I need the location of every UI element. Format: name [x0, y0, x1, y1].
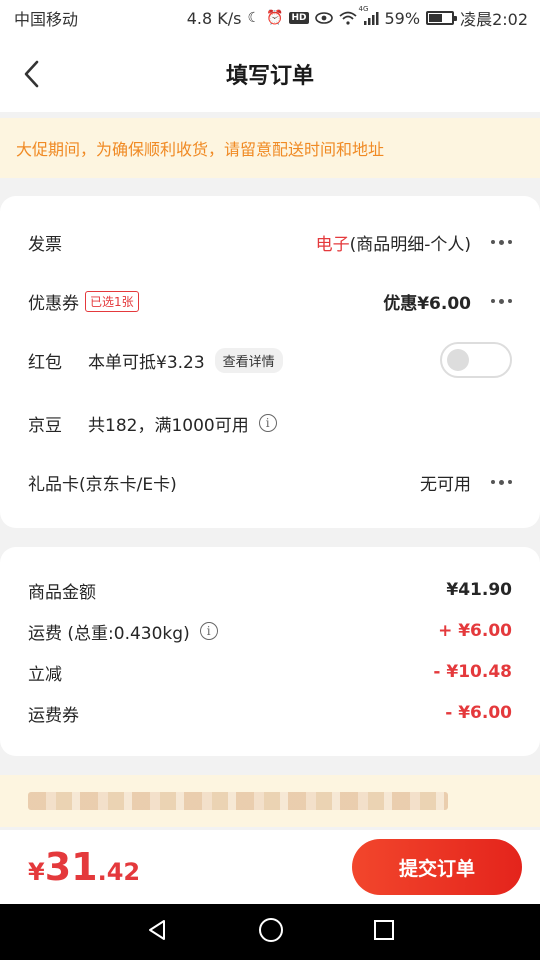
giftcard-value: 无可用 [420, 474, 471, 495]
summary-label: 运费 (总重:0.430kg) [28, 623, 190, 644]
clock: 凌晨2:02 [460, 10, 528, 29]
coupon-label: 优惠券 [28, 293, 79, 314]
network-type: 4G [358, 5, 369, 13]
promo-strip [0, 775, 540, 827]
network-speed: 4.8 K/s [186, 8, 242, 28]
wifi-icon [338, 11, 357, 25]
coupon-row[interactable]: 优惠券 已选1张 优惠¥6.00 [0, 283, 540, 319]
summary-row: 商品金额 ¥41.90 [0, 577, 540, 603]
total-integer: 31 [44, 845, 98, 889]
nav-home-icon[interactable] [258, 917, 284, 947]
summary-value: - ¥10.48 [433, 662, 512, 682]
invoice-type: 电子 [315, 234, 350, 255]
summary-label: 商品金额 [28, 582, 96, 603]
submit-order-button[interactable]: 提交订单 [352, 839, 522, 895]
nav-bar: 填写订单 [0, 36, 540, 112]
toggle-knob [447, 349, 469, 371]
more-icon[interactable] [491, 479, 512, 485]
nav-recents-icon[interactable] [373, 919, 395, 945]
summary-row: 立减 - ¥10.48 [0, 659, 540, 685]
hd-badge: HD [289, 12, 309, 24]
eye-icon [314, 12, 333, 24]
total-decimal: .42 [97, 858, 141, 886]
price-summary-card: 商品金额 ¥41.90 运费 (总重:0.430kg) i + ¥6.00 立减… [0, 547, 540, 756]
jingdou-desc: 共182，满1000可用 [88, 415, 249, 436]
summary-value: ¥41.90 [446, 580, 512, 600]
giftcard-row[interactable]: 礼品卡(京东卡/E卡) 无可用 [0, 464, 540, 500]
system-nav-bar [0, 904, 540, 960]
summary-row: 运费 (总重:0.430kg) i + ¥6.00 [0, 618, 540, 644]
jingdou-row: 京豆 共182，满1000可用 i [0, 405, 540, 441]
invoice-detail: (商品明细-个人) [349, 234, 471, 255]
more-icon[interactable] [491, 298, 512, 304]
info-icon[interactable]: i [199, 622, 218, 640]
notice-text: 大促期间，为确保顺利收货，请留意配送时间和地址 [16, 140, 385, 159]
redpacket-row: 红包 本单可抵¥3.23 查看详情 [0, 340, 540, 380]
battery-icon [426, 11, 458, 25]
invoice-label: 发票 [28, 234, 62, 255]
chevron-left-icon [24, 60, 39, 88]
giftcard-label: 礼品卡(京东卡/E卡) [28, 474, 177, 495]
coupon-value: 优惠¥6.00 [383, 293, 471, 314]
coupon-selected-badge: 已选1张 [85, 290, 139, 312]
checkout-bar: ¥ 31 .42 提交订单 [0, 830, 540, 904]
blurred-content [28, 792, 448, 810]
more-icon[interactable] [491, 239, 512, 245]
alarm-icon: ⏰ [266, 10, 284, 26]
redpacket-desc: 本单可抵¥3.23 [88, 352, 205, 373]
page-title: 填写订单 [225, 64, 314, 89]
back-button[interactable] [16, 56, 46, 92]
jingdou-label: 京豆 [28, 415, 62, 436]
nav-back-icon[interactable] [145, 918, 169, 946]
currency-symbol: ¥ [28, 858, 45, 886]
battery-percent: 59% [384, 8, 421, 28]
summary-row: 运费券 - ¥6.00 [0, 700, 540, 726]
total-price: ¥ 31 .42 [28, 845, 140, 889]
summary-label: 运费券 [28, 705, 79, 726]
info-icon[interactable]: i [258, 414, 277, 432]
status-icons: 4.8 K/s ☾ ⏰ HD 4G 59% 凌晨2:02 [186, 5, 528, 30]
redpacket-detail-link[interactable]: 查看详情 [214, 347, 283, 373]
moon-icon: ☾ [247, 10, 261, 26]
signal-icon: 4G [359, 5, 379, 25]
summary-label: 立减 [28, 664, 62, 685]
redpacket-toggle[interactable] [440, 342, 512, 378]
summary-value: - ¥6.00 [445, 703, 512, 723]
redpacket-label: 红包 [28, 352, 62, 373]
notice-banner: 大促期间，为确保顺利收货，请留意配送时间和地址 [0, 118, 540, 178]
status-bar: 中国移动 4.8 K/s ☾ ⏰ HD 4G 59% 凌晨2:02 [0, 0, 540, 36]
order-options-card: 发票 电子 (商品明细-个人) 优惠券 已选1张 优惠¥6.00 红包 本单可抵… [0, 196, 540, 528]
summary-value: + ¥6.00 [438, 621, 512, 641]
carrier-label: 中国移动 [14, 10, 79, 29]
invoice-row[interactable]: 发票 电子 (商品明细-个人) [0, 224, 540, 260]
